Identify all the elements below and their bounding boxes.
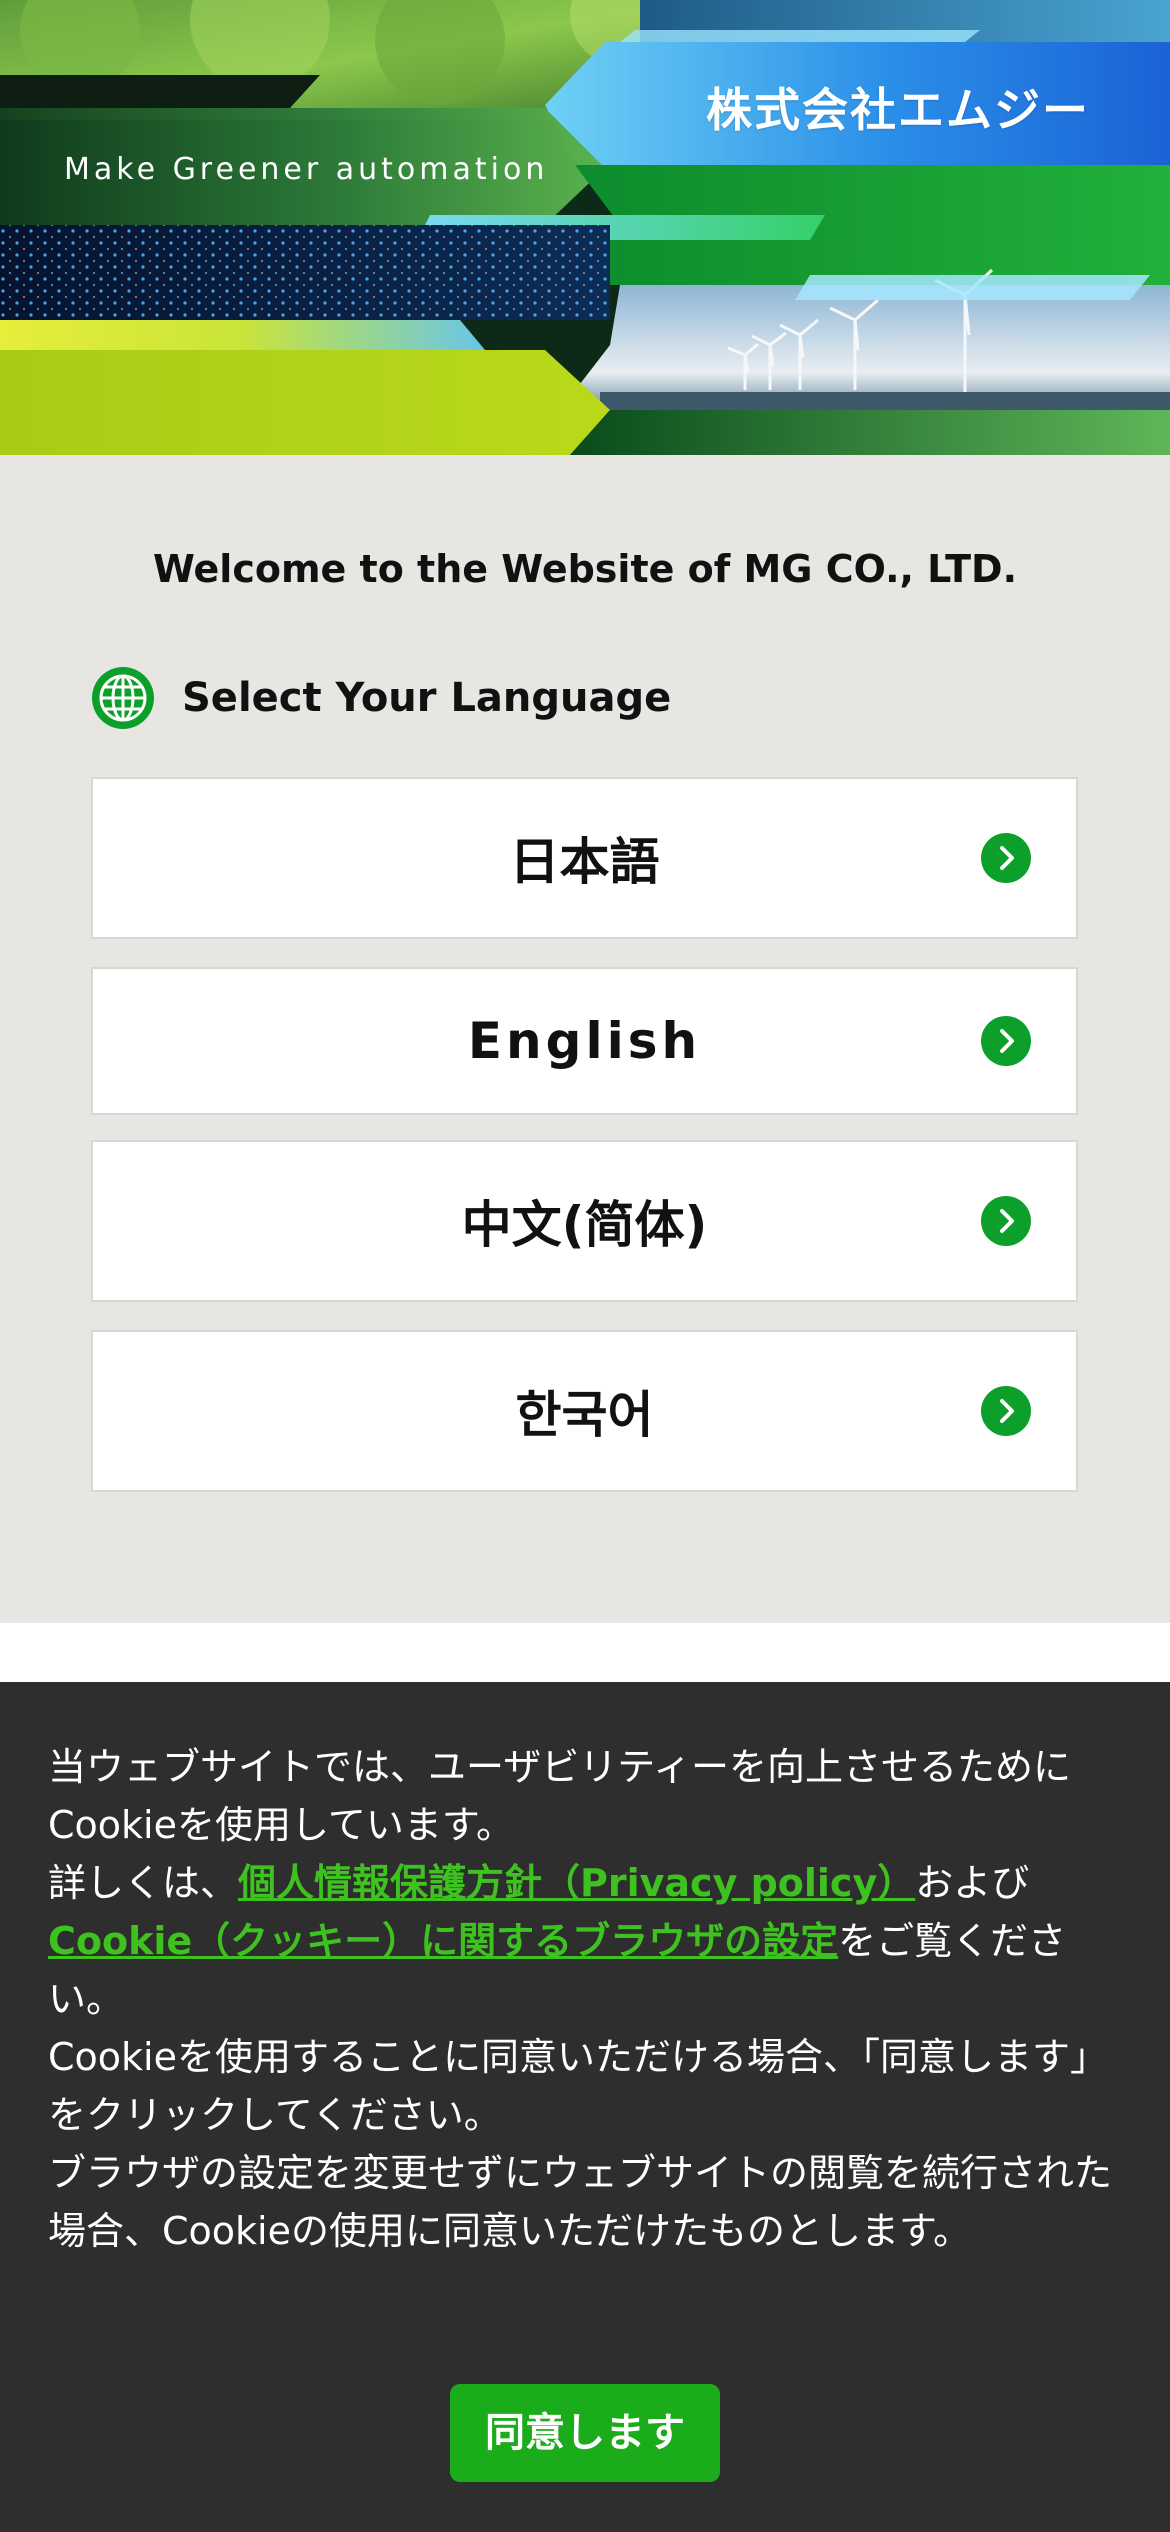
language-label: English [467, 1012, 702, 1070]
cookie-line-details: 詳しくは、個人情報保護方針（Privacy policy）および Cookie（ク… [48, 1854, 1128, 2028]
cookie-consent-banner: 当ウェブサイトでは、ユーザビリティーを向上させるためにCookieを使用していま… [0, 1682, 1170, 2532]
cookie-line-continue: ブラウザの設定を変更せずにウェブサイトの閲覧を続行された場合、Cookieの使用… [48, 2151, 1113, 2253]
privacy-policy-link[interactable]: 個人情報保護方針（Privacy policy） [238, 1861, 915, 1905]
cookie-details-and: および [915, 1861, 1030, 1905]
cookie-line-usage: 当ウェブサイトでは、ユーザビリティーを向上させるためにCookieを使用していま… [48, 1745, 1071, 1847]
language-button-japanese[interactable]: 日本語 [91, 777, 1078, 939]
browser-cookie-settings-link[interactable]: Cookie（クッキー）に関するブラウザの設定 [48, 1919, 838, 1963]
language-section: Welcome to the Website of MG CO., LTD. S… [0, 455, 1170, 1623]
language-button-english[interactable]: English [91, 967, 1078, 1115]
chevron-right-icon [981, 833, 1031, 883]
company-name: 株式会社エムジー [706, 83, 1090, 137]
agree-button[interactable]: 同意します [450, 2384, 720, 2482]
language-label: 日本語 [509, 833, 660, 891]
hero-banner: 株式会社エムジー Make Greener automation [0, 0, 1170, 455]
welcome-heading: Welcome to the Website of MG CO., LTD. [152, 547, 1018, 591]
globe-icon [92, 667, 154, 729]
language-button-korean[interactable]: 한국어 [91, 1330, 1078, 1492]
chevron-right-icon [981, 1196, 1031, 1246]
select-language-label: Select Your Language [182, 675, 672, 721]
language-button-chinese[interactable]: 中文(简体) [91, 1140, 1078, 1302]
select-language-header: Select Your Language [90, 665, 671, 731]
hero-artwork [0, 0, 1170, 455]
chevron-right-icon [981, 1386, 1031, 1436]
hero-tagline: Make Greener automation [64, 152, 549, 187]
cookie-message: 当ウェブサイトでは、ユーザビリティーを向上させるためにCookieを使用していま… [48, 1738, 1128, 2260]
language-label: 한국어 [515, 1386, 654, 1444]
chevron-right-icon [981, 1016, 1031, 1066]
cookie-details-prefix: 詳しくは、 [48, 1861, 239, 1905]
language-label: 中文(简体) [461, 1196, 708, 1254]
cookie-line-consent: Cookieを使用することに同意いただける場合、「同意します」をクリックしてくだ… [48, 2035, 1108, 2137]
